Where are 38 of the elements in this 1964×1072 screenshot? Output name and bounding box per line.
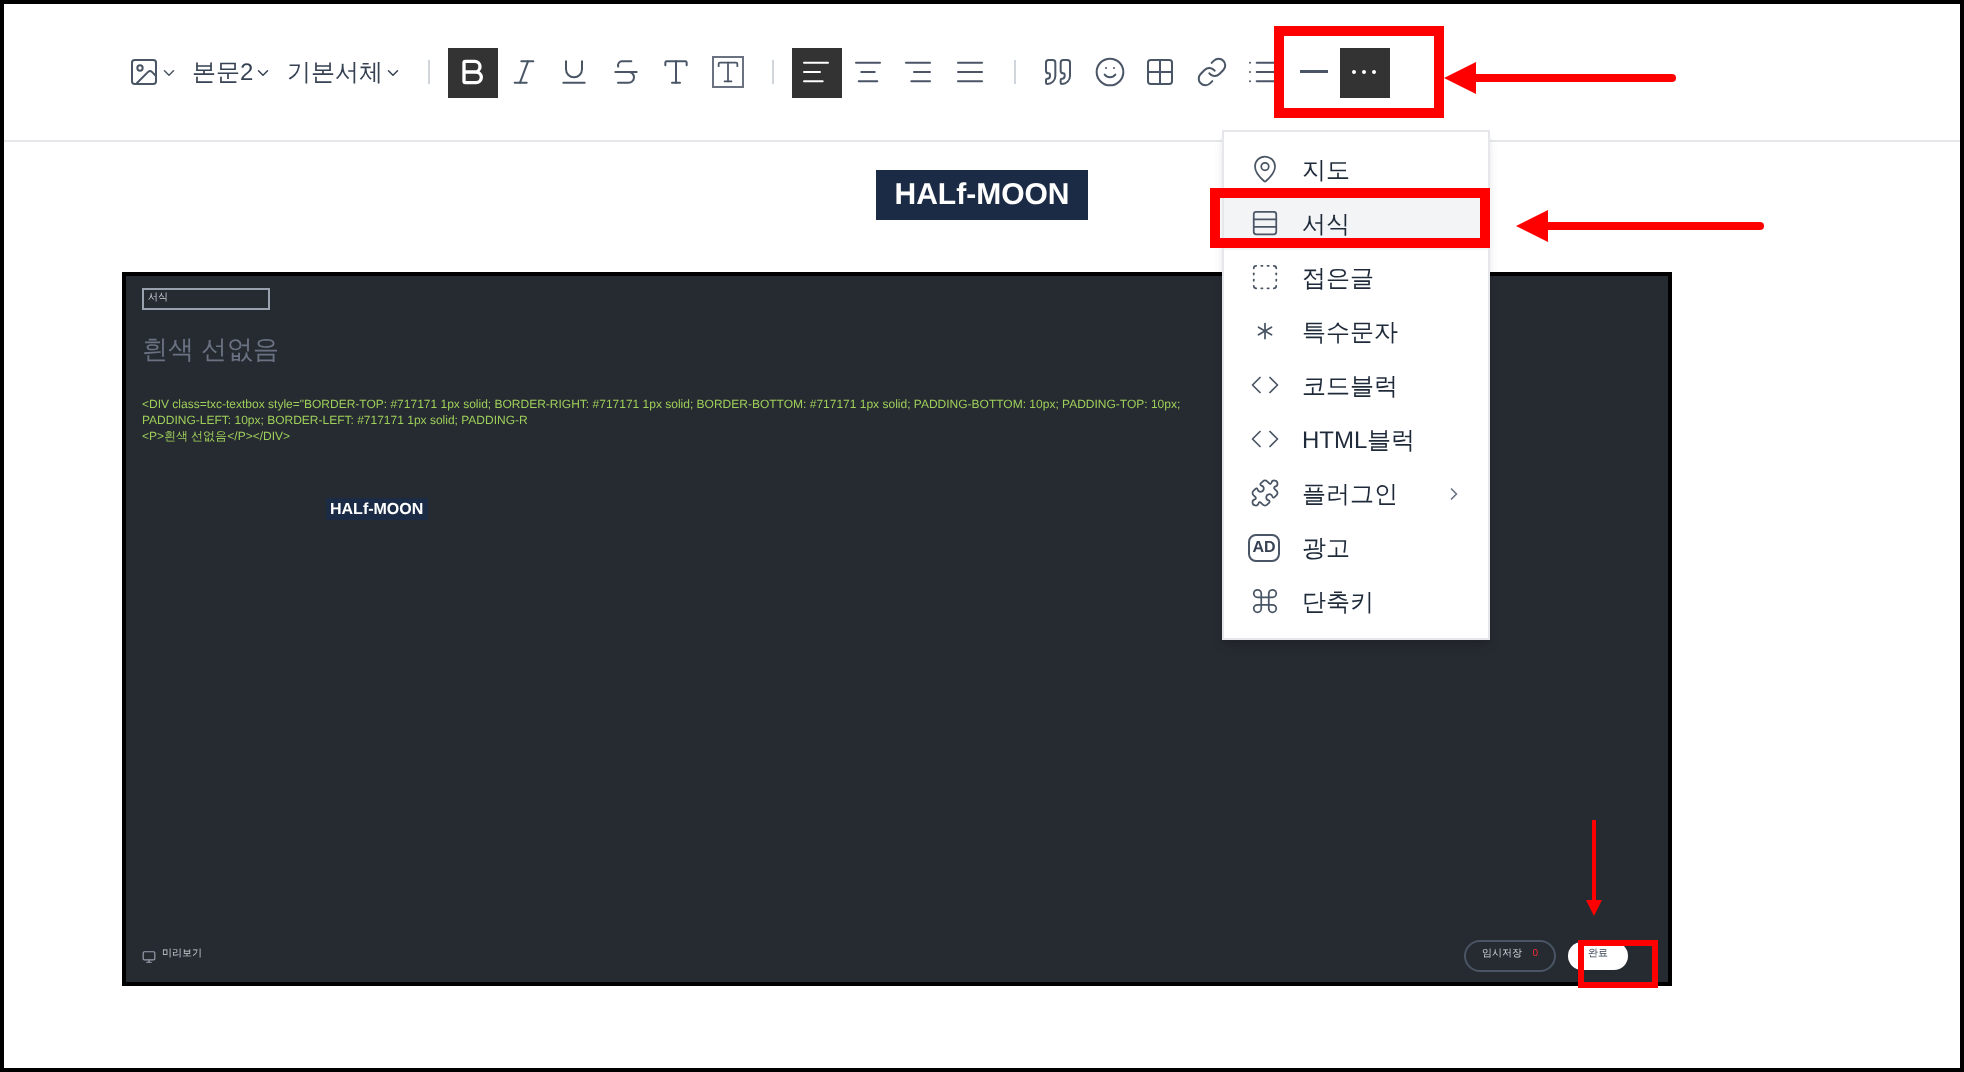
menu-item[interactable]: AD 광고	[1224, 520, 1488, 574]
menu-item[interactable]: 접은글	[1224, 250, 1488, 304]
command-icon	[1249, 586, 1279, 616]
bold-button[interactable]	[447, 47, 499, 97]
quote-icon	[1042, 56, 1075, 88]
table-icon	[1144, 56, 1177, 88]
align-center-icon	[851, 56, 884, 88]
arrow	[1586, 820, 1602, 916]
logo: HALf-MOON	[326, 497, 428, 519]
ad-icon: AD	[1248, 533, 1280, 561]
bold-icon	[456, 56, 489, 88]
map-pin-icon	[1249, 154, 1279, 184]
puzzle-icon	[1249, 478, 1279, 508]
align-left-button[interactable]	[791, 47, 843, 97]
menu-item[interactable]: HTML블럭	[1224, 412, 1488, 466]
smile-icon	[1093, 56, 1126, 88]
horizontal-line-icon	[1299, 70, 1328, 74]
highlight-box	[1578, 940, 1658, 988]
menu-item[interactable]: 단축키	[1224, 574, 1488, 628]
align-left-icon	[800, 56, 833, 88]
align-right-icon	[902, 56, 935, 88]
folded-box-icon	[1249, 262, 1279, 292]
menu-item[interactable]: 특수문자	[1224, 304, 1488, 358]
image-icon	[127, 56, 159, 88]
logo: HALf-MOON	[876, 170, 1088, 220]
text-color-icon	[660, 56, 693, 88]
strikethrough-icon	[609, 56, 642, 88]
align-justify-icon	[953, 56, 986, 88]
link-icon	[1195, 56, 1228, 88]
menu-item[interactable]: 코드블럭	[1224, 358, 1488, 412]
post-heading: 흰색 선없음	[142, 332, 280, 368]
menu-item[interactable]: 플러그인	[1224, 466, 1488, 520]
text-background-icon	[711, 56, 744, 88]
menu-item[interactable]: 지도	[1224, 142, 1488, 196]
underline-icon	[558, 56, 591, 88]
monitor-icon	[142, 949, 156, 963]
template-icon	[1249, 208, 1279, 238]
more-button[interactable]	[1339, 47, 1391, 97]
